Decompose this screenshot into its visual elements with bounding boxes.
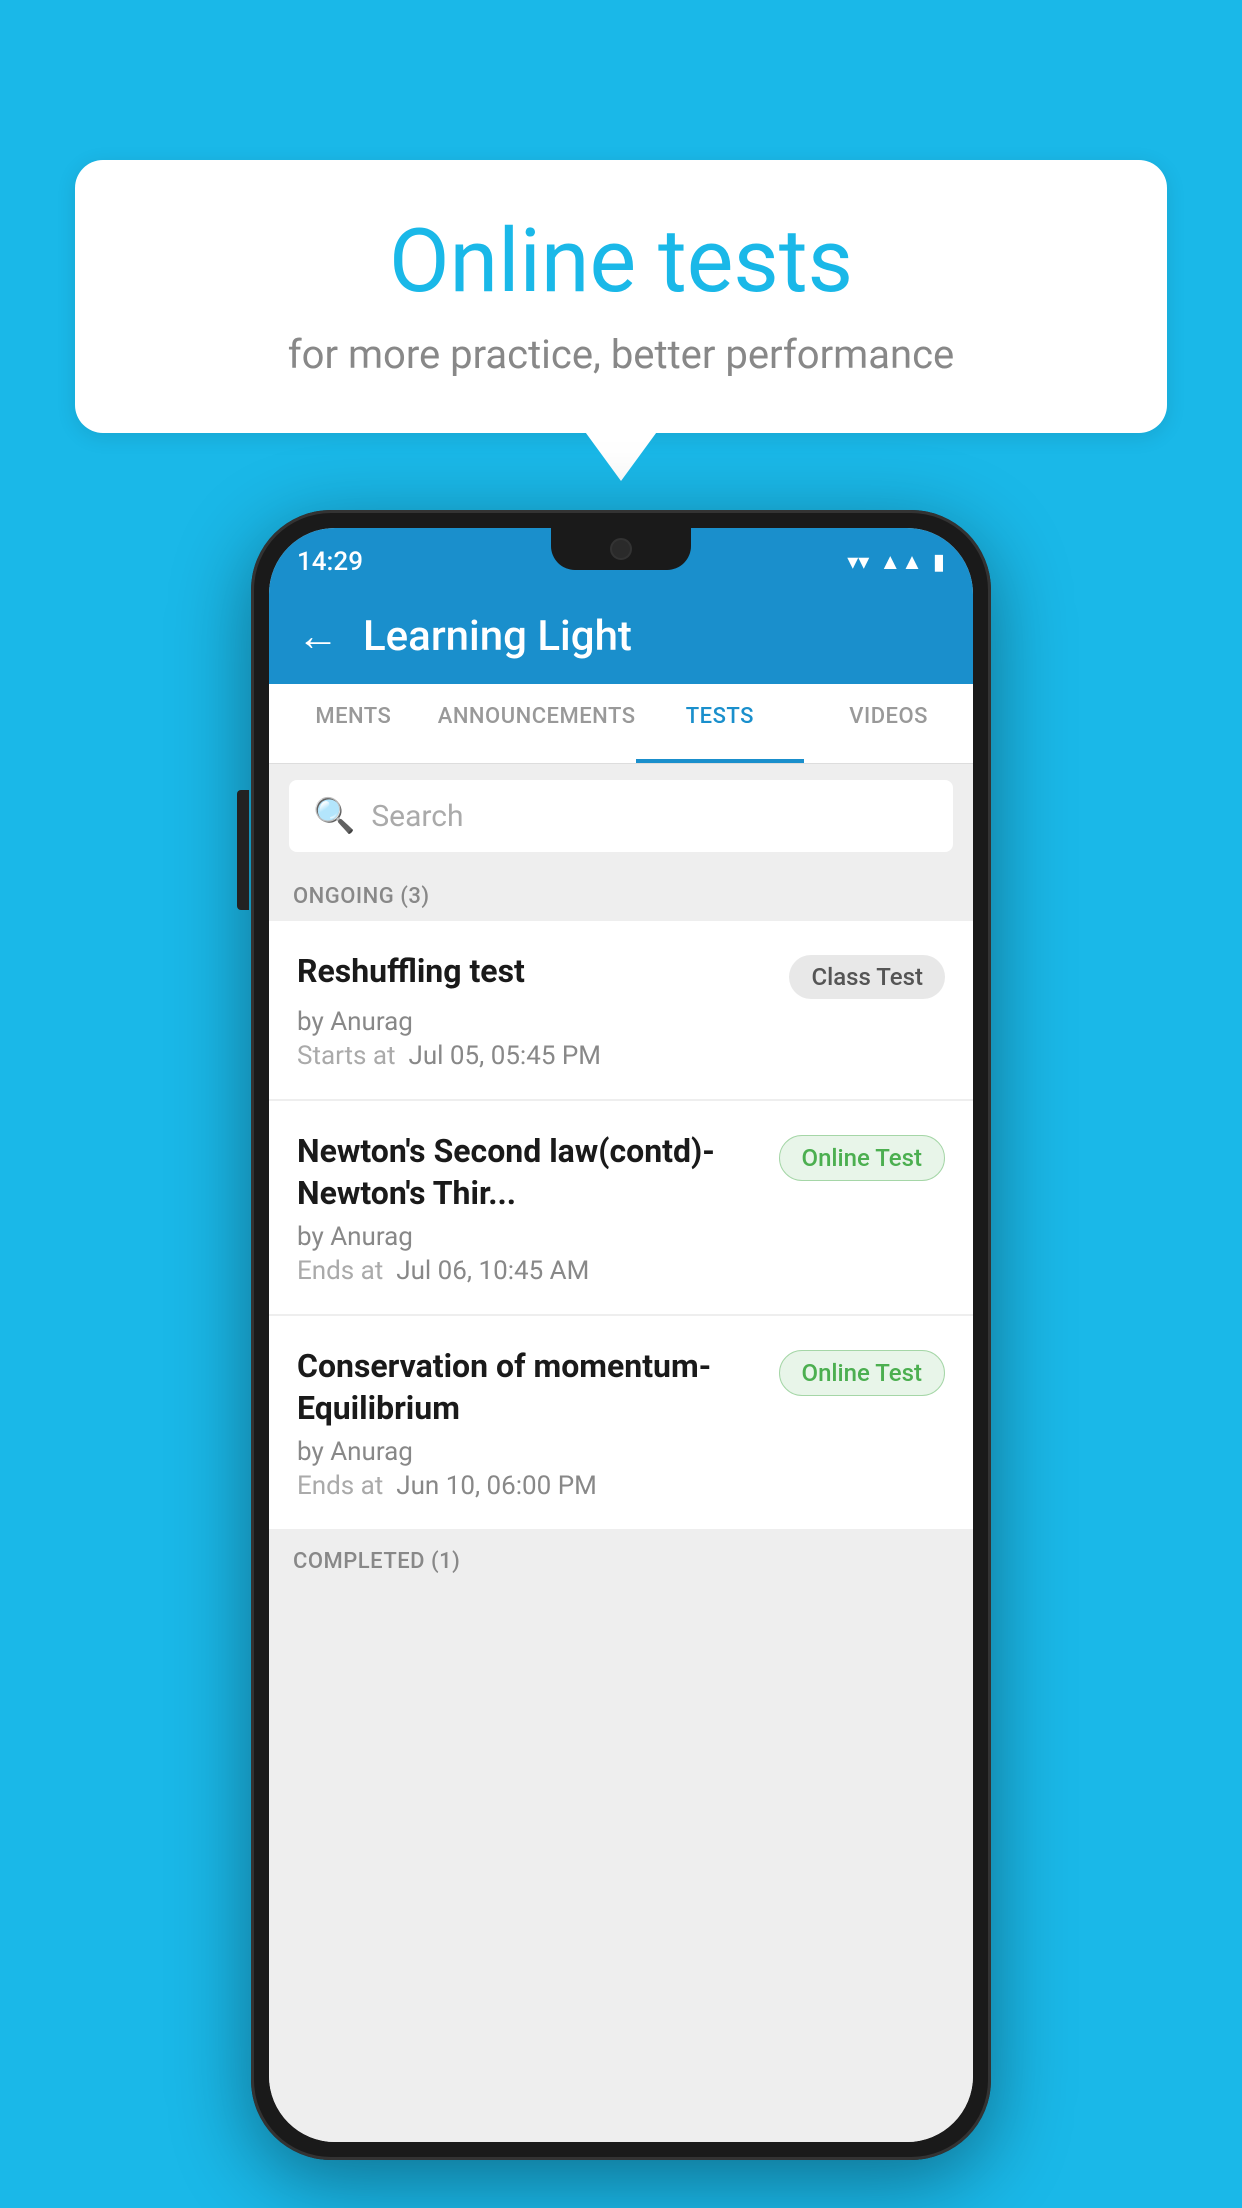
search-box[interactable]: 🔍 Search (289, 780, 953, 852)
phone-notch (551, 528, 691, 570)
tab-announcements[interactable]: ANNOUNCEMENTS (438, 684, 636, 763)
app-title: Learning Light (363, 612, 632, 661)
test-card-3-top: Conservation of momentum-Equilibrium Onl… (297, 1346, 945, 1429)
test-title-1: Reshuffling test (297, 951, 769, 993)
test-time-3: Ends at Jun 10, 06:00 PM (297, 1471, 945, 1501)
app-bar: ← Learning Light (269, 588, 973, 684)
test-card-2[interactable]: Newton's Second law(contd)-Newton's Thir… (269, 1101, 973, 1314)
phone-screen: 14:29 ▾▾ ▲▲ ▮ ← Learning Light MENTS ANN… (269, 528, 973, 2142)
test-card-1-top: Reshuffling test Class Test (297, 951, 945, 999)
screen-content: 🔍 Search ONGOING (3) Reshuffling test Cl… (269, 764, 973, 2142)
ongoing-section-header: ONGOING (3) (269, 868, 973, 921)
test-card-3[interactable]: Conservation of momentum-Equilibrium Onl… (269, 1316, 973, 1529)
bubble-subtitle: for more practice, better performance (135, 331, 1107, 378)
speech-bubble: Online tests for more practice, better p… (75, 160, 1167, 433)
test-badge-1: Class Test (789, 955, 945, 999)
camera (610, 538, 632, 560)
wifi-icon: ▾▾ (847, 550, 869, 575)
tab-tests[interactable]: TESTS (636, 684, 805, 763)
tab-ments[interactable]: MENTS (269, 684, 438, 763)
test-title-3: Conservation of momentum-Equilibrium (297, 1346, 759, 1429)
test-time-2: Ends at Jul 06, 10:45 AM (297, 1256, 945, 1286)
test-title-2: Newton's Second law(contd)-Newton's Thir… (297, 1131, 759, 1214)
test-time-1: Starts at Jul 05, 05:45 PM (297, 1041, 945, 1071)
status-time: 14:29 (297, 547, 363, 577)
test-card-2-top: Newton's Second law(contd)-Newton's Thir… (297, 1131, 945, 1214)
completed-section-header: COMPLETED (1) (269, 1531, 973, 1586)
search-icon: 🔍 (313, 796, 355, 836)
back-button[interactable]: ← (297, 612, 339, 661)
test-badge-2: Online Test (779, 1135, 945, 1181)
tab-bar: MENTS ANNOUNCEMENTS TESTS VIDEOS (269, 684, 973, 764)
test-card-1[interactable]: Reshuffling test Class Test by Anurag St… (269, 921, 973, 1099)
signal-icon: ▲▲ (879, 549, 923, 575)
battery-icon: ▮ (933, 550, 945, 575)
test-by-1: by Anurag (297, 1007, 945, 1037)
test-badge-3: Online Test (779, 1350, 945, 1396)
search-placeholder: Search (371, 799, 463, 834)
bubble-title: Online tests (135, 210, 1107, 313)
search-container: 🔍 Search (269, 764, 973, 868)
test-by-2: by Anurag (297, 1222, 945, 1252)
tab-videos[interactable]: VIDEOS (804, 684, 973, 763)
phone-frame: 14:29 ▾▾ ▲▲ ▮ ← Learning Light MENTS ANN… (251, 510, 991, 2160)
test-by-3: by Anurag (297, 1437, 945, 1467)
status-icons: ▾▾ ▲▲ ▮ (847, 549, 945, 575)
phone-container: 14:29 ▾▾ ▲▲ ▮ ← Learning Light MENTS ANN… (251, 510, 991, 2160)
